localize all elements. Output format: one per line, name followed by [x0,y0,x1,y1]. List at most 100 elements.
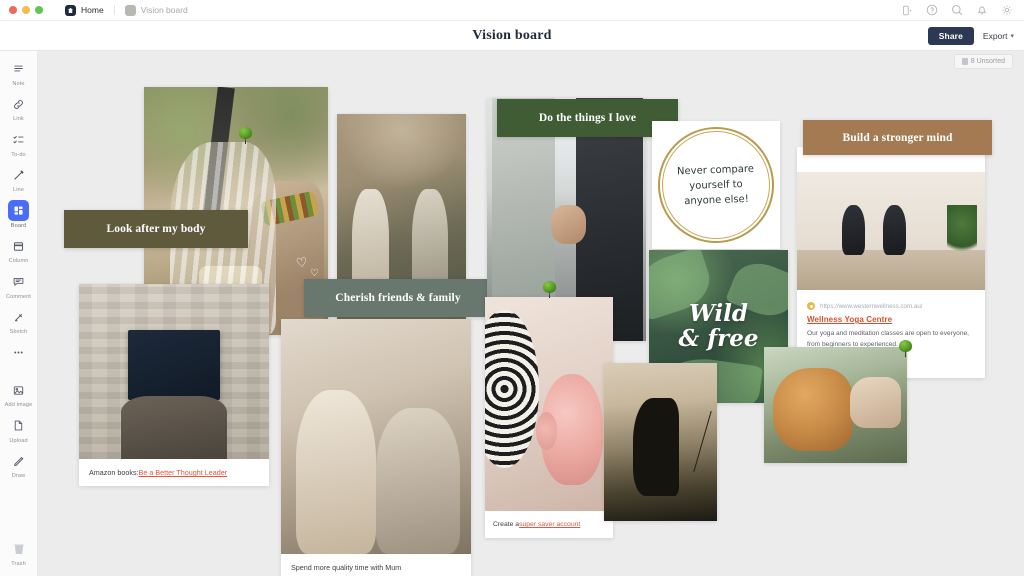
heart-doodle-icon: ♡ [310,268,319,279]
banner-label: Build a stronger mind [842,131,953,144]
home-icon [65,4,76,16]
super-saver-caption[interactable]: Create a super saver account [485,511,613,538]
sidebar-item-todo[interactable]: To-do [0,129,38,158]
amazon-books-caption[interactable]: Amazon books: Be a Better Thought Leader [79,459,269,486]
sidebar-item-link-label: Link [13,116,24,122]
sidebar-item-draw[interactable]: Draw [0,451,38,479]
maximize-window-button[interactable] [35,6,43,14]
sidebar-item-upload-label: Upload [9,437,28,444]
quote-text: Never compare yourself to anyone else! [650,119,782,251]
card-mum-photo[interactable]: Spend more quality time with Mum [281,319,471,576]
add-image-icon [8,380,29,401]
favicon-icon [807,302,815,310]
sidebar-item-comment-label: Comment [6,293,31,300]
card-never-compare-quote[interactable]: Never compare yourself to anyone else! [652,121,780,249]
tab-divider [113,5,115,15]
tab-home-label: Home [81,5,104,15]
card-piggy-bank[interactable]: Create a super saver account [485,297,613,538]
banner-build-a-stronger-mind[interactable]: Build a stronger mind [803,120,992,155]
link-icon [8,94,29,115]
sidebar-item-column[interactable]: Column [0,236,38,264]
tab-vision-board-label: Vision board [140,5,188,15]
sidebar-item-sketch-label: Sketch [9,329,28,335]
banner-label: Do the things I love [538,112,637,124]
sidebar-item-trash-label: Trash [11,561,26,567]
wild-free-line-2: & free [678,324,759,352]
close-window-button[interactable] [9,6,17,14]
search-icon[interactable] [951,4,963,16]
unsorted-stack-icon [961,58,968,65]
caption-prefix: Create a [493,521,520,528]
pin-marker[interactable] [238,127,253,144]
browser-tab-strip[interactable]: Home Vision board [57,0,196,21]
tab-vision-board[interactable]: Vision board [117,0,196,21]
tab-home[interactable]: Home [57,0,112,21]
line-pen-icon [8,165,29,186]
sketch-icon [8,307,29,328]
photo-mother-and-daughter [281,319,471,554]
export-button-label: Export [982,31,1008,41]
sidebar-item-note-label: Note [12,80,25,87]
sidebar-item-column-label: Column [8,258,29,264]
sidebar-item-more[interactable] [0,342,38,365]
share-button[interactable]: Share [927,27,974,45]
caption-prefix: Spend more quality time with Mum [291,563,402,572]
sidebar-item-comment[interactable]: Comment [0,271,38,300]
sidebar-item-link[interactable]: Link [0,94,38,122]
window-title-bar: Home Vision board [0,0,1024,21]
tool-sidebar[interactable]: Note Link To-do Line Board Column Commen… [0,51,38,576]
notification-bell-icon[interactable] [976,4,988,16]
sidebar-item-line[interactable]: Line [0,165,38,193]
top-right-icon-group[interactable] [902,4,1024,16]
link-url: https://www.westernwellness.com.au/ [820,302,923,310]
minimize-window-button[interactable] [22,6,30,14]
card-amazon-books[interactable]: Amazon books: Be a Better Thought Leader [79,284,269,486]
export-button[interactable]: Export ▾ [983,31,1014,41]
photo-piggy-bank [485,297,613,511]
quote-line-1: Never compare [676,163,755,177]
help-circle-icon[interactable] [926,4,938,16]
upload-icon [8,415,29,436]
sidebar-item-upload[interactable]: Upload [0,415,38,444]
sidebar-item-draw-label: Draw [11,473,26,479]
unsorted-badge-label: 8 Unsorted [970,58,1005,65]
header-action-group[interactable]: Share Export ▾ [927,21,1014,51]
banner-look-after-my-body[interactable]: Look after my body [64,210,248,248]
banner-label: Look after my body [106,223,206,235]
unsorted-badge[interactable]: 8 Unsorted [953,54,1013,69]
photo-woman-sitting[interactable] [604,363,717,521]
chevron-down-icon: ▾ [1010,33,1014,40]
board-canvas[interactable]: 8 Unsorted Look after my body ♡ ♡ Cheris… [38,51,1024,576]
sidebar-item-note[interactable]: Note [0,58,38,87]
sidebar-item-board[interactable]: Board [0,200,38,229]
sidebar-item-add-image-label: Add image [4,402,33,408]
todo-icon [8,129,29,150]
sidebar-item-board-label: Board [10,222,27,229]
trash-icon [8,539,29,560]
sidebar-item-sketch[interactable]: Sketch [0,307,38,335]
sidebar-item-trash[interactable]: Trash [0,539,38,567]
caption-prefix: Amazon books: [89,468,139,477]
mum-caption[interactable]: Spend more quality time with Mum [281,554,471,576]
settings-gear-icon[interactable] [1001,4,1013,16]
link-title[interactable]: Wellness Yoga Centre [807,315,975,324]
column-icon [8,236,29,257]
board-icon [8,200,29,221]
photo-yoga-studio [797,172,985,290]
pin-marker[interactable] [542,281,557,298]
window-traffic-lights[interactable] [0,6,43,14]
photo-dog[interactable] [764,347,907,463]
device-preview-icon[interactable] [902,5,913,16]
comment-icon [8,271,29,292]
wild-free-line-1: Wild [689,299,748,327]
pin-marker[interactable] [898,340,913,357]
banner-cherish-friends-family[interactable]: Cherish friends & family [304,279,492,317]
page-title: Vision board [472,27,552,43]
card-wellness-yoga[interactable]: https://www.westernwellness.com.au/ Well… [797,147,985,378]
banner-label: Cherish friends & family [335,292,461,304]
heart-doodle-icon: ♡ [294,254,309,271]
caption-link[interactable]: super saver account [519,521,580,528]
sidebar-item-add-image[interactable]: Add image [0,380,38,408]
caption-link[interactable]: Be a Better Thought Leader [139,468,228,477]
draw-pencil-icon [8,451,29,472]
